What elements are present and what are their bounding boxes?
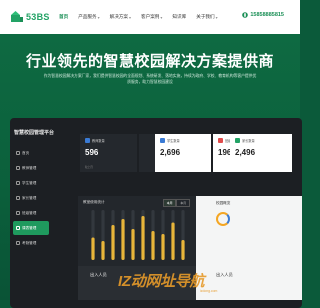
nav-item-about[interactable]: 关于我们 ▾: [196, 14, 217, 20]
nav-item-cases[interactable]: 客户案例 ▾: [141, 14, 162, 20]
logo-icon: [11, 11, 23, 22]
stat-foot: 较上月: [85, 166, 93, 169]
sidebar-item-schedule[interactable]: 课表管理: [13, 221, 49, 235]
bar-5: [131, 229, 135, 260]
sidebar-item-parents[interactable]: 家长管理: [13, 191, 49, 205]
student-icon: [160, 138, 165, 143]
main-nav: 首页 产品服务 ▾ 解决方案 ▾ 客户案例 ▾ 知识库 关于我们 ▾: [59, 14, 228, 20]
bar-1: [91, 237, 95, 260]
bar-9: [171, 222, 175, 260]
class-icon: [218, 138, 223, 143]
top-navbar: 53BS 首页 产品服务 ▾ 解决方案 ▾ 客户案例 ▾ 知识库 关于我们 ▾ 1585…: [0, 0, 300, 34]
bottom-label-left: 出入人员: [90, 272, 107, 277]
nav-item-knowledge[interactable]: 知识库: [172, 14, 186, 20]
student-icon: [16, 181, 20, 185]
attendance-icon: [16, 241, 20, 245]
brand-name: 53BS: [26, 12, 50, 22]
bar-10: [181, 240, 185, 260]
hero-subtitle: 作为智慧校园解决方案厂家，我们提供智慧校园的全面规划、系统研发、落地实施，持续为…: [43, 74, 257, 84]
stat-value: 2,496: [235, 148, 256, 157]
teacher-icon: [85, 138, 90, 143]
teacher-icon: [16, 166, 20, 170]
hero-title: 行业领先的智慧校园解决方案提供商: [25, 53, 274, 70]
stat-value: 596: [85, 148, 99, 157]
chevron-down-icon: ▾: [97, 14, 100, 20]
nav-item-products[interactable]: 产品服务 ▾: [78, 14, 99, 20]
sidebar-item-teachers[interactable]: 教师管理: [13, 161, 49, 175]
sidebar-item-attendance[interactable]: 考勤管理: [13, 236, 49, 250]
bar-2: [101, 241, 105, 260]
stat-card-teachers: 教师数量 596 较上月: [80, 134, 137, 172]
parent-icon: [235, 138, 240, 143]
chevron-down-icon: ▾: [215, 14, 218, 20]
sidebar-item-classes[interactable]: 班级管理: [13, 206, 49, 220]
bottom-panel-right: 出入人员: [196, 266, 302, 300]
parent-icon: [16, 196, 20, 200]
sidebar-item-home[interactable]: 首页: [13, 146, 49, 160]
bar-chart: [91, 210, 185, 260]
bottom-label-right: 出入人员: [216, 272, 233, 277]
dashboard-sidebar: 首页 教师管理 学生管理 家长管理 班级管理 课表管理 考勤管理: [13, 146, 49, 251]
bar-3: [111, 225, 115, 260]
overview-panel: 校园概览: [196, 196, 302, 276]
sidebar-item-students[interactable]: 学生管理: [13, 176, 49, 190]
gauge-chart: [216, 212, 230, 226]
contact-phone[interactable]: 15858885815: [242, 12, 284, 18]
home-icon: [16, 151, 20, 155]
overview-title: 校园概览: [216, 201, 231, 205]
stat-value: 2,696: [160, 148, 181, 157]
stat-card-parents: 家长数量 2,496: [230, 134, 292, 172]
phone-icon: [242, 12, 249, 18]
watermark-text: IZ动网址导航: [118, 273, 205, 290]
nav-item-home[interactable]: 首页: [59, 14, 68, 20]
chevron-down-icon: ▾: [129, 14, 132, 20]
stat-card-students: 学生数量 2,696: [155, 134, 211, 172]
dashboard-title: 智慧校园管理平台: [14, 130, 55, 136]
brand-logo[interactable]: 53BS: [10, 11, 56, 23]
bar-6: [141, 216, 145, 260]
calendar-icon: [16, 226, 20, 230]
chevron-down-icon: ▾: [160, 14, 163, 20]
bar-4: [121, 219, 125, 260]
bar-7: [151, 231, 155, 260]
chart-panel: 教室使用统计 本周 本月: [78, 196, 196, 266]
nav-item-solutions[interactable]: 解决方案 ▾: [110, 14, 131, 20]
bar-8: [161, 234, 165, 260]
watermark-sub: izdong.com: [200, 289, 218, 293]
card-divider: [139, 134, 155, 172]
class-icon: [16, 211, 20, 215]
